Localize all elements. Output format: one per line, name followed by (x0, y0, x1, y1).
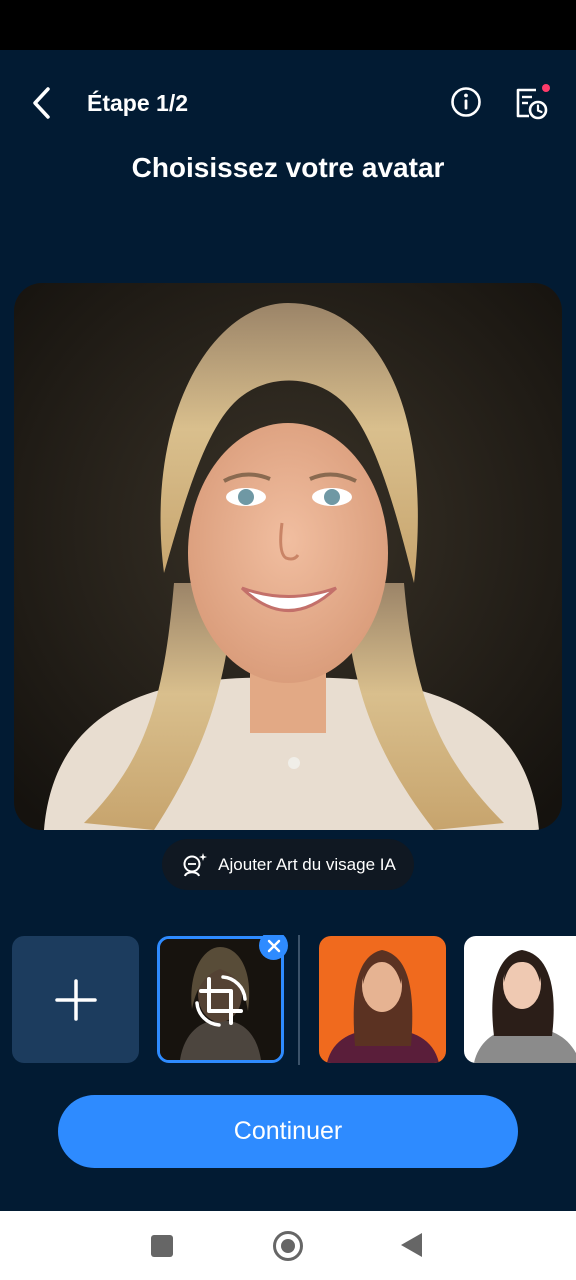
example-avatar-image (319, 936, 446, 1063)
add-photo-button[interactable] (12, 936, 139, 1063)
close-icon (267, 939, 280, 952)
plus-icon (54, 978, 97, 1021)
crop-rotate-icon (195, 975, 247, 1027)
ai-face-label: Ajouter Art du visage IA (218, 854, 396, 874)
thumbnail-divider (298, 935, 300, 1065)
example-avatar-thumbnail[interactable] (319, 936, 446, 1063)
info-icon (451, 87, 481, 117)
system-nav-bar (0, 1211, 576, 1280)
step-indicator: Étape 1/2 (87, 90, 188, 116)
back-button[interactable] (28, 86, 58, 120)
avatar-preview-image (14, 283, 562, 830)
home-icon[interactable] (273, 1231, 303, 1261)
chevron-left-icon (33, 87, 50, 119)
example-avatar-thumbnail[interactable] (464, 936, 576, 1063)
info-button[interactable] (450, 86, 482, 118)
example-avatar-image (464, 936, 576, 1063)
recents-icon[interactable] (151, 1235, 173, 1257)
ai-face-icon (183, 852, 208, 876)
top-bar: Étape 1/2 (0, 50, 576, 160)
history-button[interactable] (512, 84, 550, 122)
add-ai-face-art-button[interactable]: Ajouter Art du visage IA (162, 839, 414, 890)
page-title: Choisissez votre avatar (131, 152, 445, 183)
notification-dot (542, 84, 550, 92)
status-bar (0, 0, 576, 50)
avatar-thumbnail-strip (0, 935, 576, 1065)
continue-button[interactable]: Continuer (58, 1095, 518, 1168)
nav-back-icon[interactable] (401, 1233, 422, 1257)
